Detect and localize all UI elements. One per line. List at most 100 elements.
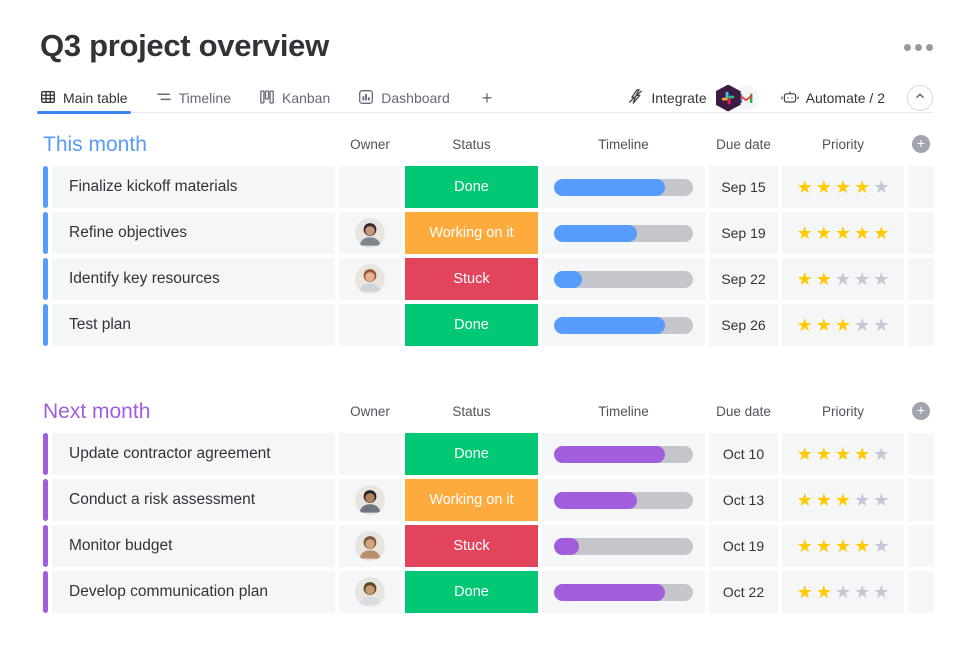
priority-cell[interactable]: ★★★★★	[782, 166, 904, 208]
star-icon[interactable]: ★	[854, 316, 870, 334]
status-cell[interactable]: Working on it	[405, 212, 538, 254]
menu-ellipsis-icon[interactable]	[904, 44, 933, 51]
star-icon[interactable]: ★	[797, 491, 813, 509]
due-date-cell[interactable]: Sep 19	[709, 212, 778, 254]
column-header-priority[interactable]: Priority	[782, 404, 904, 419]
star-icon[interactable]: ★	[835, 491, 851, 509]
tab-main-table[interactable]: Main table	[40, 84, 128, 112]
task-name-cell[interactable]: Develop communication plan	[52, 571, 335, 613]
group-title[interactable]: This month	[43, 134, 335, 155]
priority-cell[interactable]: ★★★★★	[782, 479, 904, 521]
status-cell[interactable]: Stuck	[405, 525, 538, 567]
star-icon[interactable]: ★	[854, 491, 870, 509]
star-icon[interactable]: ★	[854, 537, 870, 555]
column-header-owner[interactable]: Owner	[339, 404, 401, 419]
owner-avatar[interactable]	[355, 531, 385, 561]
timeline-cell[interactable]	[542, 212, 705, 254]
star-icon[interactable]: ★	[835, 224, 851, 242]
status-cell[interactable]: Stuck	[405, 258, 538, 300]
timeline-cell[interactable]	[542, 525, 705, 567]
column-header-due-date[interactable]: Due date	[709, 137, 778, 152]
column-header-timeline[interactable]: Timeline	[542, 137, 705, 152]
column-header-status[interactable]: Status	[405, 137, 538, 152]
owner-cell[interactable]	[339, 525, 401, 567]
star-icon[interactable]: ★	[835, 316, 851, 334]
star-icon[interactable]: ★	[835, 270, 851, 288]
column-header-priority[interactable]: Priority	[782, 137, 904, 152]
owner-cell[interactable]	[339, 212, 401, 254]
due-date-cell[interactable]: Oct 19	[709, 525, 778, 567]
column-header-due-date[interactable]: Due date	[709, 404, 778, 419]
add-column-icon[interactable]: +	[912, 135, 930, 153]
due-date-cell[interactable]: Sep 22	[709, 258, 778, 300]
column-header-owner[interactable]: Owner	[339, 137, 401, 152]
integrate-button[interactable]: Integrate	[627, 85, 758, 112]
task-name-cell[interactable]: Conduct a risk assessment	[52, 479, 335, 521]
priority-cell[interactable]: ★★★★★	[782, 571, 904, 613]
status-cell[interactable]: Done	[405, 304, 538, 346]
automate-button[interactable]: Automate / 2	[781, 89, 885, 108]
star-icon[interactable]: ★	[816, 316, 832, 334]
star-icon[interactable]: ★	[854, 224, 870, 242]
star-icon[interactable]: ★	[835, 537, 851, 555]
owner-cell[interactable]	[339, 479, 401, 521]
star-icon[interactable]: ★	[873, 224, 889, 242]
star-icon[interactable]: ★	[835, 583, 851, 601]
collapse-button[interactable]	[907, 85, 933, 111]
star-icon[interactable]: ★	[854, 178, 870, 196]
owner-avatar[interactable]	[355, 218, 385, 248]
owner-cell[interactable]	[339, 571, 401, 613]
star-icon[interactable]: ★	[816, 270, 832, 288]
task-name-cell[interactable]: Refine objectives	[52, 212, 335, 254]
star-icon[interactable]: ★	[816, 224, 832, 242]
star-icon[interactable]: ★	[797, 316, 813, 334]
star-icon[interactable]: ★	[873, 178, 889, 196]
task-name-cell[interactable]: Identify key resources	[52, 258, 335, 300]
star-icon[interactable]: ★	[873, 316, 889, 334]
add-column-button[interactable]: +	[908, 402, 934, 420]
priority-cell[interactable]: ★★★★★	[782, 212, 904, 254]
timeline-cell[interactable]	[542, 433, 705, 475]
star-icon[interactable]: ★	[797, 583, 813, 601]
star-icon[interactable]: ★	[797, 224, 813, 242]
tab-dashboard[interactable]: Dashboard	[358, 84, 450, 112]
task-name-cell[interactable]: Update contractor agreement	[52, 433, 335, 475]
status-cell[interactable]: Done	[405, 571, 538, 613]
due-date-cell[interactable]: Oct 10	[709, 433, 778, 475]
priority-cell[interactable]: ★★★★★	[782, 433, 904, 475]
add-column-icon[interactable]: +	[912, 402, 930, 420]
task-name-cell[interactable]: Finalize kickoff materials	[52, 166, 335, 208]
star-icon[interactable]: ★	[854, 583, 870, 601]
timeline-cell[interactable]	[542, 304, 705, 346]
owner-avatar[interactable]	[355, 577, 385, 607]
star-icon[interactable]: ★	[854, 270, 870, 288]
priority-cell[interactable]: ★★★★★	[782, 525, 904, 567]
due-date-cell[interactable]: Oct 13	[709, 479, 778, 521]
owner-cell[interactable]	[339, 258, 401, 300]
star-icon[interactable]: ★	[835, 445, 851, 463]
priority-cell[interactable]: ★★★★★	[782, 304, 904, 346]
timeline-cell[interactable]	[542, 479, 705, 521]
status-cell[interactable]: Done	[405, 433, 538, 475]
due-date-cell[interactable]: Sep 26	[709, 304, 778, 346]
star-icon[interactable]: ★	[816, 583, 832, 601]
star-icon[interactable]: ★	[816, 178, 832, 196]
task-name-cell[interactable]: Test plan	[52, 304, 335, 346]
star-icon[interactable]: ★	[816, 445, 832, 463]
owner-cell[interactable]	[339, 166, 401, 208]
star-icon[interactable]: ★	[797, 445, 813, 463]
group-title[interactable]: Next month	[43, 401, 335, 422]
owner-cell[interactable]	[339, 304, 401, 346]
star-icon[interactable]: ★	[873, 583, 889, 601]
column-header-timeline[interactable]: Timeline	[542, 404, 705, 419]
timeline-cell[interactable]	[542, 258, 705, 300]
star-icon[interactable]: ★	[797, 537, 813, 555]
tab-add-view[interactable]: +	[478, 84, 497, 112]
star-icon[interactable]: ★	[873, 491, 889, 509]
star-icon[interactable]: ★	[873, 537, 889, 555]
due-date-cell[interactable]: Oct 22	[709, 571, 778, 613]
star-icon[interactable]: ★	[797, 178, 813, 196]
tab-kanban[interactable]: Kanban	[259, 84, 330, 112]
star-icon[interactable]: ★	[835, 178, 851, 196]
owner-cell[interactable]	[339, 433, 401, 475]
